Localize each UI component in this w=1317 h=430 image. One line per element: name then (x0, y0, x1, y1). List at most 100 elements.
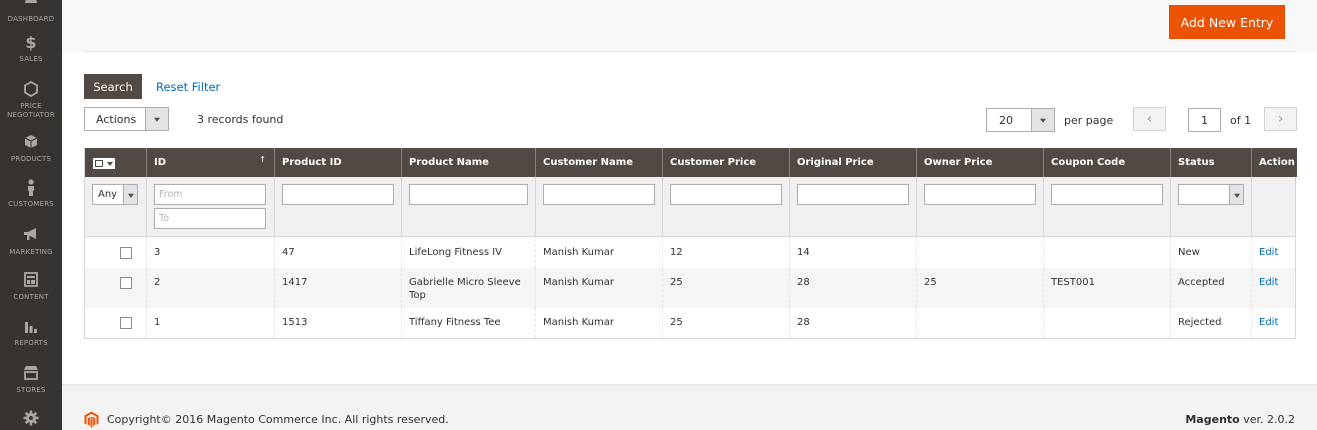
filter-id-to-input[interactable]: To (154, 208, 266, 229)
search-button[interactable]: Search (84, 74, 142, 99)
column-header-id[interactable]: ID ↑ (146, 148, 274, 177)
filter-owner-price-input[interactable] (924, 184, 1036, 205)
cell-customer-price: 25 (662, 268, 789, 308)
sort-arrow-icon: ↑ (259, 155, 266, 164)
filter-id-from-input[interactable]: From (154, 184, 266, 205)
cell-customer-name: Manish Kumar (535, 238, 662, 268)
cell-action: Edit (1251, 268, 1295, 308)
filter-customer-price-input[interactable] (670, 184, 782, 205)
nav-content-label: CONTENT (13, 293, 49, 301)
column-header-customer-name[interactable]: Customer Name (535, 148, 662, 177)
row-checkbox[interactable] (120, 247, 132, 259)
column-header-owner-price[interactable]: Owner Price (916, 148, 1043, 177)
cell-owner-price (916, 308, 1043, 338)
filter-cell-action (1251, 177, 1295, 237)
column-header-original-price[interactable]: Original Price (789, 148, 916, 177)
table-row: 2 1417 Gabrielle Micro Sleeve Top Manish… (85, 268, 1295, 308)
page-number-input[interactable]: 1 (1188, 108, 1221, 132)
chevron-right-icon: › (1277, 111, 1284, 127)
reset-filter-link[interactable]: Reset Filter (156, 80, 220, 94)
nav-products[interactable]: PRODUCTS (0, 134, 62, 164)
row-checkbox[interactable] (120, 317, 132, 329)
chevron-down-icon (1229, 185, 1243, 204)
table-row: 3 47 LifeLong Fitness IV Manish Kumar 12… (85, 238, 1295, 268)
nav-marketing-label: MARKETING (9, 248, 53, 256)
nav-customers-label: CUSTOMERS (8, 200, 54, 208)
cell-id: 2 (146, 268, 274, 308)
mass-select-checkbox[interactable] (93, 158, 115, 169)
per-page-select[interactable]: 20 (986, 108, 1055, 132)
cell-product-name: LifeLong Fitness IV (401, 238, 535, 268)
nav-customers[interactable]: CUSTOMERS (0, 179, 62, 209)
data-grid: ID ↑ Product ID Product Name Customer Nam… (84, 148, 1297, 339)
nav-sales-label: SALES (19, 55, 43, 63)
filter-any-select[interactable]: Any (92, 184, 138, 205)
filter-original-price-input[interactable] (797, 184, 909, 205)
filter-status-select[interactable] (1178, 184, 1244, 205)
chevron-down-icon (145, 108, 168, 130)
nav-price-negotiator[interactable]: PRICE NEGOTIATOR (0, 81, 62, 120)
filter-coupon-code-input[interactable] (1051, 184, 1163, 205)
grid-filter-row: Any From To (85, 177, 1295, 237)
edit-link[interactable]: Edit (1259, 317, 1278, 328)
nav-dashboard[interactable]: DASHBOARD (0, 0, 62, 24)
cell-status: New (1170, 238, 1251, 268)
nav-reports-label: REPORTS (14, 339, 48, 347)
cell-customer-name: Manish Kumar (535, 308, 662, 338)
page-total-label: of 1 (1230, 114, 1252, 127)
column-header-status[interactable]: Status (1170, 148, 1251, 177)
nav-content[interactable]: CONTENT (0, 272, 62, 302)
nav-price-negotiator-label: PRICE NEGOTIATOR (7, 102, 55, 119)
store-icon (0, 365, 62, 383)
mass-select-header[interactable] (85, 148, 146, 177)
edit-link[interactable]: Edit (1259, 277, 1278, 288)
nav-system[interactable] (0, 410, 62, 428)
next-page-button[interactable]: › (1264, 107, 1297, 131)
previous-page-button[interactable]: ‹ (1133, 107, 1166, 131)
cell-product-id: 1513 (274, 308, 401, 338)
cell-product-name: Tiffany Fitness Tee (401, 308, 535, 338)
column-header-action: Action (1251, 148, 1297, 177)
column-header-customer-price[interactable]: Customer Price (662, 148, 789, 177)
filter-product-name-input[interactable] (409, 184, 528, 205)
cell-status: Accepted (1170, 268, 1251, 308)
nav-dashboard-label: DASHBOARD (7, 15, 55, 23)
nav-marketing[interactable]: MARKETING (0, 227, 62, 257)
chevron-down-icon (107, 162, 113, 166)
cell-id: 1 (146, 308, 274, 338)
filter-any-label: Any (98, 189, 118, 200)
grid-header-row: ID ↑ Product ID Product Name Customer Nam… (85, 148, 1297, 177)
row-select-cell (85, 268, 146, 308)
chevron-down-icon (1031, 109, 1054, 131)
column-header-product-name[interactable]: Product Name (401, 148, 535, 177)
version-number: ver. 2.0.2 (1239, 413, 1295, 426)
nav-reports[interactable]: REPORTS (0, 318, 62, 348)
nav-sales[interactable]: $ SALES (0, 34, 62, 64)
cell-customer-price: 25 (662, 308, 789, 338)
edit-link[interactable]: Edit (1259, 247, 1278, 258)
brand-name: Magento (1185, 413, 1240, 426)
dashboard-icon (0, 0, 62, 12)
layout-icon (0, 272, 62, 290)
cell-product-name: Gabrielle Micro Sleeve Top (401, 268, 535, 308)
column-header-coupon-code[interactable]: Coupon Code (1043, 148, 1170, 177)
row-checkbox[interactable] (120, 277, 132, 289)
filter-cell-id: From To (146, 177, 274, 237)
filter-product-id-input[interactable] (282, 184, 394, 205)
column-header-id-label: ID (154, 157, 167, 168)
version-text: Magento ver. 2.0.2 (1185, 413, 1295, 426)
filter-customer-name-input[interactable] (543, 184, 655, 205)
filter-cell-coupon-code (1043, 177, 1170, 237)
cell-action: Edit (1251, 308, 1295, 338)
cell-product-id: 1417 (274, 268, 401, 308)
filter-cell-select: Any (85, 177, 146, 237)
add-new-entry-button[interactable]: Add New Entry (1169, 5, 1285, 39)
per-page-label: per page (1064, 114, 1114, 127)
column-header-product-id[interactable]: Product ID (274, 148, 401, 177)
filter-cell-original-price (789, 177, 916, 237)
cell-coupon-code: TEST001 (1043, 268, 1170, 308)
cell-status: Rejected (1170, 308, 1251, 338)
nav-stores[interactable]: STORES (0, 365, 62, 395)
mass-actions-select[interactable]: Actions (84, 107, 169, 131)
cell-customer-price: 12 (662, 238, 789, 268)
